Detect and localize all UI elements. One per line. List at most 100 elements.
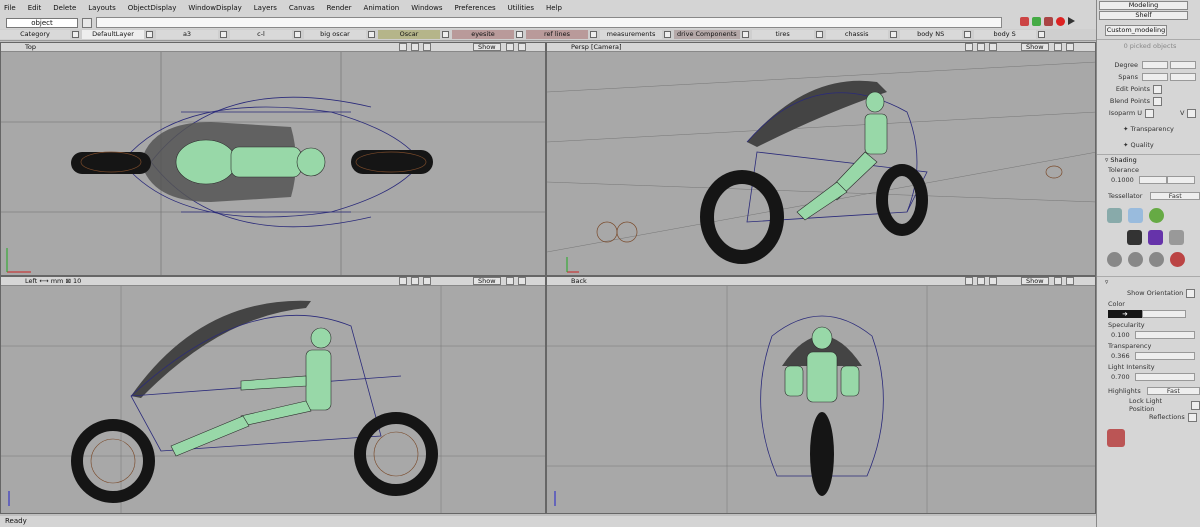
- frame-icon[interactable]: [411, 277, 419, 285]
- layer-visibility-checkbox[interactable]: [294, 31, 301, 38]
- layer-label[interactable]: measurements: [600, 30, 662, 39]
- menu-item[interactable]: Edit: [28, 4, 42, 12]
- layer-item[interactable]: body NS: [899, 30, 971, 40]
- layer-visibility-checkbox[interactable]: [664, 31, 671, 38]
- layer-visibility-checkbox[interactable]: [146, 31, 153, 38]
- layer-visibility-checkbox[interactable]: [72, 31, 79, 38]
- layer-label[interactable]: drive Components: [674, 30, 740, 39]
- zoom-icon[interactable]: [965, 43, 973, 51]
- snap-icon[interactable]: [1044, 16, 1053, 26]
- menu-item[interactable]: Preferences: [454, 4, 495, 12]
- transparency-section[interactable]: Transparency: [1131, 125, 1174, 133]
- shader-icon[interactable]: [1149, 207, 1164, 223]
- expand-icon[interactable]: ✦: [1123, 141, 1131, 149]
- layer-label[interactable]: body NS: [899, 30, 962, 39]
- shelf-dropdown[interactable]: Shelf: [1099, 11, 1188, 20]
- zoom-icon[interactable]: [399, 43, 407, 51]
- tool-icon[interactable]: [1107, 429, 1125, 447]
- layer-item[interactable]: tires: [751, 30, 823, 40]
- menu-item[interactable]: Render: [327, 4, 352, 12]
- show-button[interactable]: Show: [1021, 277, 1049, 285]
- blend-points-checkbox[interactable]: [1153, 96, 1162, 106]
- spans-field[interactable]: [1142, 73, 1168, 81]
- isoparm-v-checkbox[interactable]: [1187, 108, 1197, 118]
- sphere-icon[interactable]: [1128, 251, 1143, 267]
- degree-field-2[interactable]: [1170, 61, 1196, 69]
- layout-icon[interactable]: [506, 43, 514, 51]
- degree-field[interactable]: [1142, 61, 1168, 69]
- viewport-top[interactable]: Top Show: [0, 42, 546, 276]
- layer-item[interactable]: measurements: [600, 30, 671, 40]
- reflections-checkbox[interactable]: [1187, 412, 1197, 422]
- menu-item[interactable]: Canvas: [289, 4, 315, 12]
- tessellator-dropdown[interactable]: Fast: [1150, 192, 1200, 200]
- tab-custom-modeling[interactable]: Custom_modeling: [1105, 25, 1167, 36]
- tolerance-value[interactable]: 0.1000: [1111, 176, 1134, 184]
- pick-options-button[interactable]: [82, 17, 92, 28]
- color-slider[interactable]: [1142, 310, 1186, 318]
- layer-visibility-checkbox[interactable]: [516, 31, 523, 38]
- tolerance-slider-track[interactable]: [1166, 176, 1195, 184]
- isoparm-u-checkbox[interactable]: [1145, 108, 1154, 118]
- layer-visibility-checkbox[interactable]: [963, 31, 971, 38]
- expand-icon[interactable]: ✦: [1123, 125, 1131, 133]
- viewport-back[interactable]: Back Show: [546, 276, 1096, 514]
- sphere-icon[interactable]: [1107, 251, 1122, 267]
- layer-label[interactable]: Category: [0, 30, 70, 39]
- layer-visibility-checkbox[interactable]: [590, 31, 597, 38]
- viewport-left[interactable]: Left ⟷ mm ⊠ 10 Show: [0, 276, 546, 514]
- layer-label[interactable]: body S: [973, 30, 1036, 39]
- transparency-value[interactable]: 0.366: [1111, 352, 1130, 360]
- shading-section[interactable]: Shading: [1110, 156, 1136, 164]
- layer-label[interactable]: Oscar: [378, 30, 440, 39]
- layer-item[interactable]: c-l: [230, 30, 301, 40]
- light-intensity-value[interactable]: 0.700: [1111, 373, 1130, 381]
- layer-item[interactable]: big oscar: [304, 30, 375, 40]
- specularity-slider[interactable]: [1134, 331, 1195, 339]
- command-field[interactable]: [96, 17, 1002, 28]
- lock-light-checkbox[interactable]: [1191, 400, 1200, 410]
- specularity-value[interactable]: 0.100: [1111, 331, 1130, 339]
- show-button[interactable]: Show: [1021, 43, 1049, 51]
- shader-icon[interactable]: [1107, 207, 1122, 223]
- pick-mode-field[interactable]: object: [6, 17, 78, 28]
- menu-item[interactable]: WindowDisplay: [188, 4, 241, 12]
- frame-icon[interactable]: [977, 43, 985, 51]
- menu-item[interactable]: Utilities: [508, 4, 534, 12]
- menu-item[interactable]: Layers: [254, 4, 277, 12]
- menu-item[interactable]: Delete: [53, 4, 76, 12]
- viewport-persp[interactable]: Persp [Camera] Show: [546, 42, 1096, 276]
- show-button[interactable]: Show: [473, 43, 501, 51]
- edit-points-checkbox[interactable]: [1153, 84, 1162, 94]
- shader-icon[interactable]: [1128, 207, 1143, 223]
- mode-dropdown[interactable]: Modeling: [1099, 1, 1188, 10]
- options-icon[interactable]: [1066, 277, 1074, 285]
- show-orientation-checkbox[interactable]: [1186, 288, 1196, 298]
- layer-item[interactable]: body S: [973, 30, 1045, 40]
- options-icon[interactable]: [518, 277, 526, 285]
- maximize-icon[interactable]: [989, 43, 997, 51]
- menu-item[interactable]: Layouts: [88, 4, 115, 12]
- layer-label[interactable]: ref lines: [526, 30, 588, 39]
- layer-item[interactable]: drive Components: [674, 30, 749, 40]
- layer-label[interactable]: tires: [751, 30, 814, 39]
- layer-label[interactable]: big oscar: [304, 30, 366, 39]
- play-icon[interactable]: [1068, 17, 1075, 25]
- layer-visibility-checkbox[interactable]: [741, 31, 749, 38]
- layer-visibility-checkbox[interactable]: [368, 31, 375, 38]
- menu-item[interactable]: ObjectDisplay: [128, 4, 177, 12]
- options-icon[interactable]: [1066, 43, 1074, 51]
- light-intensity-slider[interactable]: [1134, 373, 1195, 381]
- maximize-icon[interactable]: [423, 277, 431, 285]
- spans-field-2[interactable]: [1170, 73, 1196, 81]
- menu-item[interactable]: Animation: [364, 4, 400, 12]
- layer-label[interactable]: c-l: [230, 30, 292, 39]
- menu-item[interactable]: Windows: [411, 4, 442, 12]
- menu-item[interactable]: File: [4, 4, 16, 12]
- options-icon[interactable]: [518, 43, 526, 51]
- layout-icon[interactable]: [506, 277, 514, 285]
- layer-visibility-checkbox[interactable]: [220, 31, 227, 38]
- shader-icon[interactable]: [1127, 229, 1142, 245]
- maximize-icon[interactable]: [989, 277, 997, 285]
- layer-visibility-checkbox[interactable]: [442, 31, 449, 38]
